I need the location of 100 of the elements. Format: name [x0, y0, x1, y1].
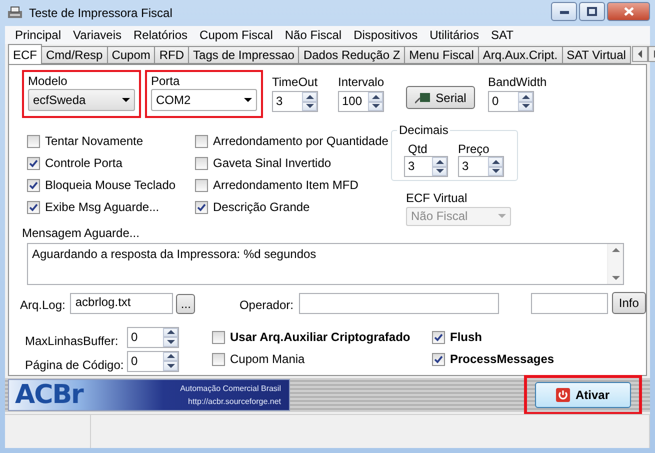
- down-arrow-icon: [436, 168, 444, 174]
- dropdown-arrow-icon: [122, 97, 130, 103]
- spin-field[interactable]: 0: [127, 326, 179, 348]
- tab[interactable]: Dados Redução Z: [298, 46, 406, 64]
- checkbox[interactable]: [432, 352, 445, 366]
- up-arrow-icon: [522, 94, 530, 100]
- checkbox-label: Bloqueia Mouse Teclado: [45, 178, 176, 192]
- spin-up-button[interactable]: [302, 92, 317, 102]
- checkbox[interactable]: [27, 178, 40, 192]
- close-button[interactable]: [607, 2, 650, 21]
- spin-field[interactable]: 3: [272, 91, 318, 112]
- spin-up-button[interactable]: [432, 157, 447, 166]
- checkbox[interactable]: [195, 178, 208, 192]
- spin-field[interactable]: 0: [127, 350, 179, 372]
- maximize-icon: [587, 7, 597, 16]
- up-arrow-icon: [492, 158, 500, 165]
- banner-url: http://acbr.sourceforge.net: [188, 397, 281, 406]
- model-dropdown[interactable]: ecfSweda: [28, 89, 135, 111]
- down-arrow-icon: [612, 275, 620, 281]
- down-arrow-icon: [492, 168, 500, 174]
- field-label: Intervalo: [338, 75, 384, 89]
- close-icon: [624, 7, 634, 16]
- down-arrow-icon: [522, 103, 530, 110]
- checkbox[interactable]: [195, 134, 208, 148]
- spin-up-button[interactable]: [163, 328, 178, 337]
- window-title: Teste de Impressora Fiscal: [29, 6, 174, 20]
- activate-button[interactable]: Ativar: [535, 382, 631, 408]
- minimize-button[interactable]: [551, 2, 577, 21]
- scroll-left-button[interactable]: [632, 46, 648, 62]
- checkbox[interactable]: [432, 330, 445, 344]
- checkbox-label: Exibe Msg Aguarde...: [45, 200, 160, 214]
- checkbox[interactable]: [212, 330, 225, 344]
- spin-up-button[interactable]: [518, 92, 533, 102]
- menu-item[interactable]: Relatórios: [128, 28, 194, 42]
- field-label: Mensagem Aguarde...: [22, 226, 140, 240]
- checkbox[interactable]: [195, 156, 208, 170]
- spin-field[interactable]: 3: [458, 156, 504, 177]
- checkbox-label: Arredondamento Item MFD: [213, 178, 358, 192]
- field-label: MaxLinhasBuffer:: [25, 334, 118, 348]
- up-arrow-icon: [166, 353, 174, 360]
- logo-text: ACBr: [15, 380, 83, 410]
- field-label: Porta: [151, 74, 181, 88]
- message-textarea[interactable]: Aguardando a resposta da Impressora: %d segundos: [27, 243, 624, 285]
- checkbox-label: Tentar Novamente: [45, 134, 144, 148]
- serial-button[interactable]: Serial: [406, 86, 475, 109]
- checkbox-label: Usar Arq.Auxiliar Criptografado: [230, 330, 410, 344]
- field-label: Página de Código:: [25, 358, 124, 372]
- spin-up-button[interactable]: [368, 92, 383, 102]
- port-dropdown[interactable]: COM2: [151, 89, 257, 111]
- down-arrow-icon: [306, 103, 314, 110]
- field-label: ECF Virtual: [406, 190, 468, 205]
- checkbox[interactable]: [212, 352, 225, 366]
- menu-item[interactable]: Variaveis: [67, 28, 128, 42]
- checkbox[interactable]: [27, 134, 40, 148]
- spin-down-button[interactable]: [163, 361, 178, 370]
- tab[interactable]: Tags de Impressao: [188, 46, 300, 64]
- printer-icon: [7, 6, 23, 20]
- info-button[interactable]: Info: [612, 292, 646, 314]
- menu-item[interactable]: Cupom Fiscal: [194, 28, 279, 42]
- browse-button[interactable]: ...: [176, 294, 196, 314]
- log-file-field[interactable]: acbrlog.txt: [70, 293, 174, 314]
- field-label: Operador:: [239, 298, 294, 312]
- field-label: Qtd: [408, 142, 428, 156]
- field-label: Modelo: [28, 74, 68, 88]
- tab[interactable]: Cupom: [106, 46, 156, 64]
- checkbox-label: Gaveta Sinal Invertido: [213, 156, 332, 170]
- field-label: Preço: [458, 142, 490, 156]
- down-arrow-icon: [166, 338, 174, 345]
- up-arrow-icon: [612, 247, 620, 253]
- text-field[interactable]: [531, 293, 608, 314]
- operator-field[interactable]: [299, 293, 500, 314]
- tab[interactable]: ECF: [8, 44, 42, 64]
- left-arrow-icon: [636, 50, 643, 58]
- spin-up-button[interactable]: [163, 352, 178, 361]
- spin-field[interactable]: 100: [338, 91, 384, 112]
- maximize-button[interactable]: [579, 2, 605, 21]
- tab[interactable]: RFD: [154, 46, 190, 64]
- up-arrow-icon: [166, 329, 174, 336]
- menu-item[interactable]: Utilitários: [424, 28, 485, 42]
- checkbox-label: Controle Porta: [45, 156, 122, 170]
- field-label: TimeOut: [272, 75, 318, 89]
- checkbox-label: Descrição Grande: [213, 200, 310, 214]
- tab[interactable]: Arq.Aux.Cript.: [478, 46, 563, 64]
- down-arrow-icon: [372, 103, 380, 110]
- checkbox[interactable]: [27, 156, 40, 170]
- menu-item[interactable]: Dispositivos: [348, 28, 424, 42]
- menu-item[interactable]: SAT: [484, 28, 520, 42]
- banner-tagline: Automação Comercial Brasil: [180, 384, 281, 393]
- spin-down-button[interactable]: [163, 337, 178, 346]
- tab[interactable]: Menu Fiscal: [404, 46, 479, 64]
- menu-item[interactable]: Não Fiscal: [278, 28, 348, 42]
- checkbox[interactable]: [195, 200, 208, 214]
- menu-item[interactable]: Principal: [9, 28, 68, 42]
- spin-up-button[interactable]: [488, 157, 503, 166]
- tab[interactable]: Cmd/Resp: [41, 46, 108, 64]
- checkbox[interactable]: [27, 200, 40, 214]
- tab[interactable]: SAT Virtual: [562, 46, 631, 64]
- spin-field[interactable]: 3: [404, 156, 448, 177]
- minimize-icon: [560, 10, 568, 14]
- spin-field[interactable]: 0: [488, 91, 534, 112]
